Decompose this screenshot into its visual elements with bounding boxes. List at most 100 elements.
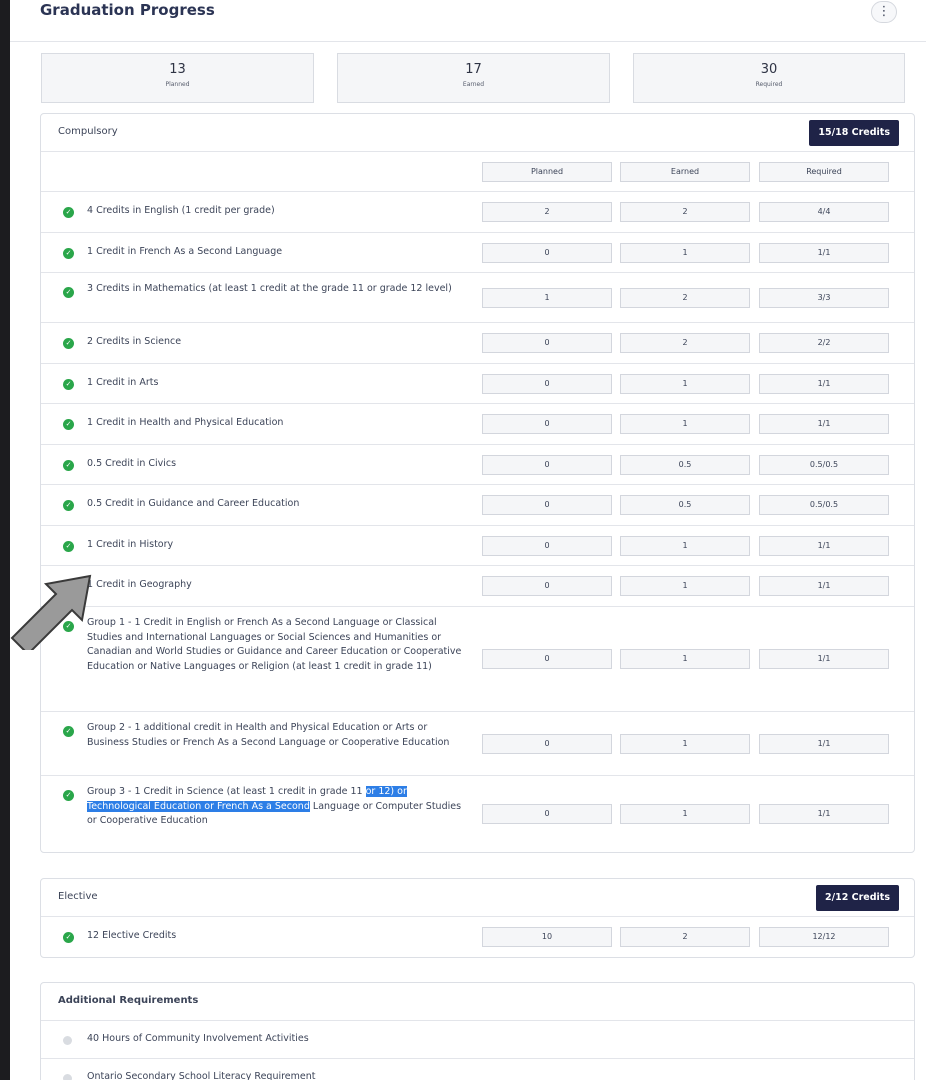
earned-value: 1 [620, 535, 750, 556]
planned-value: 0 [482, 333, 612, 353]
elective-title: Elective [58, 891, 98, 902]
additional-header: Additional Requirements [41, 983, 914, 1021]
requirement-row: ✓ 1 Credit in Health and Physical Educat… [41, 404, 914, 445]
earned-value: 1 [620, 733, 750, 754]
check-circle-icon: ✓ [63, 338, 74, 349]
earned-value: 1 [620, 804, 750, 824]
planned-value: 2 [482, 202, 612, 222]
summary-required-card: 30 Required [633, 53, 905, 103]
requirement-text: Ontario Secondary School Literacy Requir… [87, 1071, 316, 1080]
pending-circle-icon [63, 1035, 72, 1045]
check-circle-icon: ✓ [63, 247, 74, 259]
page-header: Graduation Progress ⋮ [10, 0, 926, 42]
check-circle-icon: ✓ [63, 207, 74, 218]
check-circle-icon: ✓ [63, 459, 74, 471]
summary-earned-value: 17 [465, 62, 482, 77]
requirement-text-part: Group 3 - 1 Credit in Science (at least … [87, 786, 363, 797]
earned-value: 2 [620, 287, 750, 308]
requirement-row: ✓ 1 Credit in History 0 1 1/1 [41, 526, 914, 566]
summary-planned-label: Planned [165, 81, 190, 88]
requirement-row: ✓ 1 Credit in French As a Second Languag… [41, 233, 914, 273]
requirement-row: ✓ 0.5 Credit in Civics 0 0.5 0.5/0.5 [41, 445, 914, 485]
summary-required-label: Required [755, 81, 783, 88]
earned-value: 1 [620, 649, 750, 669]
planned-value: 0 [482, 414, 612, 434]
check-circle-icon: ✓ [63, 378, 74, 390]
required-value: 1/1 [759, 576, 889, 596]
check-circle-icon: ✓ [63, 419, 74, 430]
planned-value: 0 [482, 535, 612, 556]
required-value: 1/1 [759, 804, 889, 824]
summary-earned-card: 17 Earned [337, 53, 610, 103]
requirement-row: ✓ 1 Credit in Geography 0 1 1/1 [41, 566, 914, 607]
earned-value: 1 [620, 414, 750, 434]
requirement-text: Group 2 - 1 additional credit in Health … [87, 722, 450, 748]
summary-planned-card: 13 Planned [41, 53, 314, 103]
requirement-text: 3 Credits in Mathematics (at least 1 cre… [87, 283, 452, 294]
check-circle-icon: ✓ [63, 540, 74, 552]
requirement-row: ✓ 1 Credit in Arts 0 1 1/1 [41, 364, 914, 404]
check-circle-icon: ✓ [63, 790, 74, 801]
earned-value: 2 [620, 927, 750, 947]
elective-header: Elective 2/12 Credits [41, 879, 914, 917]
more-options-button[interactable]: ⋮ [871, 1, 897, 23]
graduation-progress-page: Graduation Progress ⋮ 13 Planned 17 Earn… [10, 0, 926, 1080]
planned-value: 0 [482, 373, 612, 394]
summary-earned-label: Earned [462, 81, 485, 88]
additional-title: Additional Requirements [58, 995, 199, 1006]
planned-value: 10 [482, 927, 612, 947]
required-value: 2/2 [759, 333, 889, 353]
earned-value: 1 [620, 373, 750, 394]
requirement-row: ✓ Group 2 - 1 additional credit in Healt… [41, 712, 914, 776]
compulsory-section: Compulsory 15/18 Credits Planned Earned … [40, 113, 915, 853]
earned-value: 1 [620, 242, 750, 263]
compulsory-credits-badge: 15/18 Credits [809, 120, 899, 146]
planned-value: 0 [482, 576, 612, 596]
compulsory-header: Compulsory 15/18 Credits [41, 114, 914, 152]
additional-requirements-section: Additional Requirements 40 Hours of Comm… [40, 982, 915, 1080]
required-value: 1/1 [759, 649, 889, 669]
column-header-planned: Planned [482, 161, 612, 182]
check-circle-icon: ✓ [63, 287, 74, 298]
required-value: 1/1 [759, 414, 889, 434]
requirement-text: 1 Credit in History [87, 538, 174, 550]
planned-value: 0 [482, 454, 612, 475]
column-header-row: Planned Earned Required [41, 152, 914, 192]
compulsory-title: Compulsory [58, 126, 118, 137]
requirement-row: 40 Hours of Community Involvement Activi… [41, 1021, 914, 1059]
requirement-text: 0.5 Credit in Civics [87, 457, 177, 469]
pending-circle-icon [63, 1074, 72, 1080]
requirement-text: 40 Hours of Community Involvement Activi… [87, 1032, 309, 1044]
requirement-text[interactable]: Group 3 - 1 Credit in Science (at least … [87, 785, 467, 829]
requirement-row: ✓ 4 Credits in English (1 credit per gra… [41, 192, 914, 233]
window-edge [0, 0, 10, 1080]
requirement-row: ✓ Group 1 - 1 Credit in English or Frenc… [41, 607, 914, 712]
check-circle-icon: ✓ [63, 500, 74, 511]
required-value: 4/4 [759, 202, 889, 222]
earned-value: 1 [620, 576, 750, 596]
required-value: 0.5/0.5 [759, 495, 889, 515]
planned-value: 1 [482, 287, 612, 308]
planned-value: 0 [482, 733, 612, 754]
required-value: 3/3 [759, 287, 889, 308]
summary-required-value: 30 [760, 62, 778, 77]
planned-value: 0 [482, 495, 612, 515]
required-value: 0.5/0.5 [759, 454, 889, 475]
required-value: 12/12 [759, 927, 889, 947]
requirement-row: ✓ Group 3 - 1 Credit in Science (at leas… [41, 776, 914, 852]
check-circle-icon: ✓ [63, 726, 74, 737]
earned-value: 2 [620, 333, 750, 353]
planned-value: 0 [482, 242, 612, 263]
planned-value: 0 [482, 649, 612, 669]
required-value: 1/1 [759, 535, 889, 556]
elective-section: Elective 2/12 Credits ✓ 12 Elective Cred… [40, 878, 915, 958]
requirement-row: ✓ 2 Credits in Science 0 2 2/2 [41, 323, 914, 364]
page-title: Graduation Progress [40, 1, 215, 19]
requirement-text: Group 1 - 1 Credit in English or French … [87, 617, 462, 672]
required-value: 1/1 [759, 373, 889, 394]
required-value: 1/1 [759, 242, 889, 263]
column-header-earned: Earned [620, 161, 750, 182]
pointer-arrow-icon [10, 574, 92, 650]
requirement-text: 1 Credit in French As a Second Language [87, 245, 283, 257]
requirement-row: Ontario Secondary School Literacy Requir… [41, 1059, 914, 1080]
